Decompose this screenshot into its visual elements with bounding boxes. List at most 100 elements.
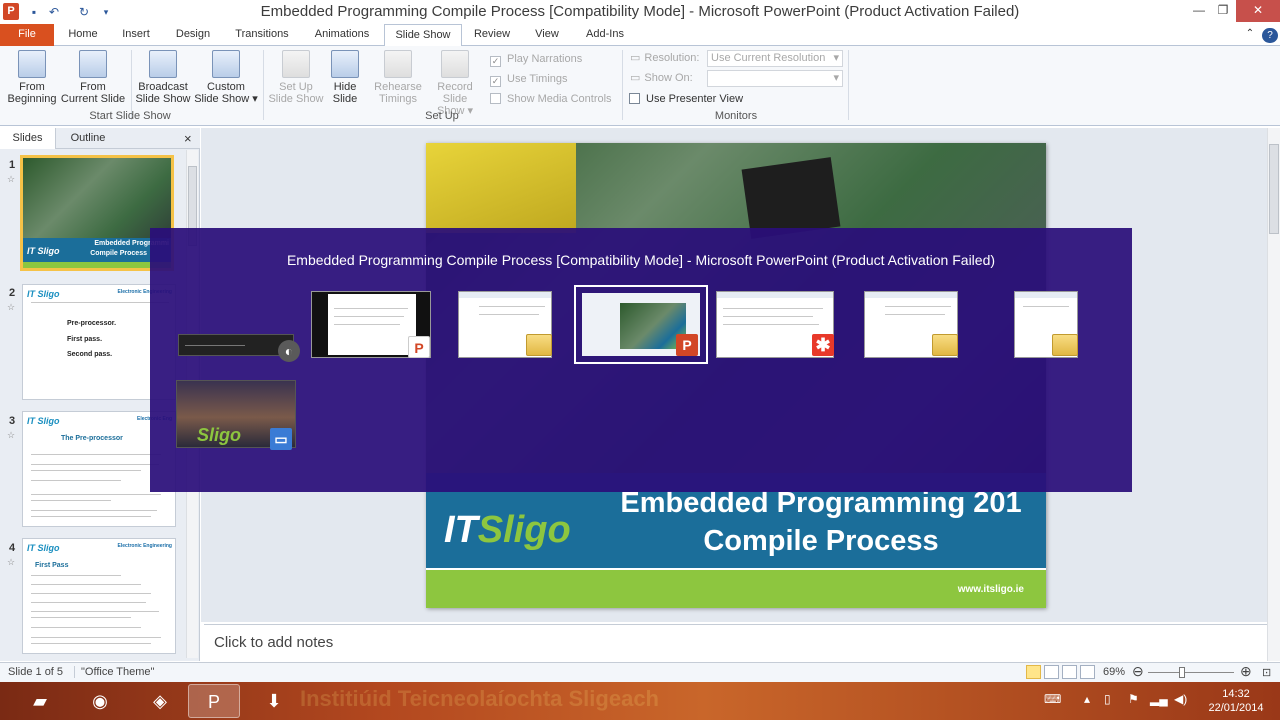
chrome-taskbar-icon[interactable]: ◉ (74, 684, 126, 718)
use-presenter-view-checkbox[interactable]: Use Presenter View (629, 91, 743, 107)
thumb-text-line (31, 500, 111, 501)
tab-add-ins[interactable]: Add-Ins (578, 24, 632, 46)
thumb-title-b: Compile Process (90, 250, 147, 257)
thumb-line: Second pass. (67, 351, 113, 358)
close-window-button[interactable]: ✕ (1236, 0, 1280, 22)
powerpoint-app-icon[interactable]: P (3, 3, 19, 20)
hide-slide-icon (331, 50, 359, 78)
thumb-text-line (31, 627, 141, 628)
explorer-taskbar-icon[interactable]: ▰ (14, 684, 66, 718)
tab-design[interactable]: Design (168, 24, 218, 46)
media-app-icon: ◐ (278, 340, 300, 362)
slide-thumbnail-4[interactable]: IT Sligo Electronic Engineering First Pa… (22, 538, 176, 654)
thumb-detail (334, 316, 404, 317)
normal-view-icon[interactable] (1026, 665, 1041, 679)
slide-show-icon[interactable] (1080, 665, 1095, 679)
tab-slides[interactable]: Slides (0, 128, 56, 149)
thumb-text-line (31, 637, 161, 638)
qat-customize-icon[interactable]: ▾ (98, 4, 114, 20)
zoom-level[interactable]: 69% (1103, 666, 1125, 678)
document-icon: P (408, 336, 430, 358)
tab-outline[interactable]: Outline (57, 128, 119, 149)
tab-view[interactable]: View (526, 24, 568, 46)
thumb-logo: IT Sligo (27, 289, 60, 299)
thumb-logo: IT Sligo (27, 543, 60, 553)
zoom-slider[interactable] (1148, 672, 1234, 673)
window-thumb-media[interactable] (178, 334, 294, 356)
thumb-text-line (31, 516, 151, 517)
reading-view-icon[interactable] (1062, 665, 1077, 679)
thumb-toolbar (717, 292, 833, 298)
zoom-slider-thumb[interactable] (1179, 667, 1185, 678)
thumb-text-line (31, 454, 161, 455)
slide-number: 4 (9, 542, 16, 554)
clock-time: 14:32 (1222, 688, 1250, 700)
show-on-label: ▭ Show On: (630, 72, 693, 84)
folder-icon (1052, 334, 1078, 356)
chevron-down-icon: ▾ (833, 52, 839, 64)
monitor-icon: ▭ (630, 72, 641, 84)
powerpoint-taskbar-icon[interactable]: P (188, 684, 240, 718)
tab-file[interactable]: File (0, 24, 54, 46)
resolution-dropdown[interactable]: Use Current Resolution ▾ (707, 50, 843, 67)
notes-pane[interactable]: Click to add notes (204, 624, 1267, 660)
show-media-controls-checkbox[interactable]: Show Media Controls (490, 91, 612, 107)
tab-transitions[interactable]: Transitions (228, 24, 296, 46)
tab-review[interactable]: Review (468, 24, 516, 46)
thumb-line: Pre-processor. (67, 320, 117, 327)
save-icon[interactable]: ▪ (26, 4, 42, 20)
set-up-slide-show-button[interactable]: Set Up Slide Show (266, 50, 326, 105)
volume-icon[interactable]: ◀) (1174, 692, 1187, 706)
resolution-icon: ▭ (630, 52, 641, 64)
undo-icon[interactable]: ↶ (46, 4, 62, 20)
show-on-dropdown[interactable]: ▾ (707, 70, 843, 87)
footer-bar: www.itsligo.ie (426, 568, 1046, 608)
use-timings-checkbox[interactable]: ✓ Use Timings (490, 71, 568, 87)
slide-scrollbar[interactable] (1267, 128, 1280, 661)
tab-slide-show[interactable]: Slide Show (384, 24, 462, 47)
ribbon-collapse-icon[interactable]: ⌃ (1242, 24, 1258, 46)
tool-taskbar-icon[interactable]: ◈ (134, 684, 186, 718)
rehearse-timings-button[interactable]: Rehearse Timings (370, 50, 426, 105)
thumb-logo: IT Sligo (27, 416, 60, 426)
app-taskbar-icon[interactable]: ⬇ (248, 684, 300, 718)
setup-icon (282, 50, 310, 78)
tab-animations[interactable]: Animations (306, 24, 378, 46)
from-beginning-button[interactable]: From Beginning (4, 50, 60, 105)
ribbon-divider (263, 50, 264, 120)
slide-number: 1 (9, 159, 16, 171)
thumb-detail (334, 324, 400, 325)
custom-slide-show-button[interactable]: Custom Slide Show ▾ (194, 50, 258, 105)
restore-icon[interactable]: ❐ (1209, 0, 1237, 22)
tab-insert[interactable]: Insert (114, 24, 158, 46)
thumb-text-line (31, 617, 131, 618)
redo-icon[interactable]: ↻ (76, 4, 92, 20)
ribbon-slide-show: From Beginning From Current Slide Broadc… (0, 46, 1280, 126)
clock[interactable]: 14:32 22/01/2014 (1196, 687, 1276, 715)
scrollbar-thumb[interactable] (1269, 144, 1279, 234)
tray-chevron-icon[interactable]: ▴ (1084, 692, 1090, 706)
record-slide-show-button[interactable]: Record Slide Show ▾ (424, 50, 486, 117)
keyboard-icon[interactable]: ⌨ (1044, 692, 1061, 706)
zoom-in-icon[interactable]: ⊕ (1240, 663, 1252, 680)
help-icon[interactable]: ? (1262, 28, 1278, 43)
play-narrations-checkbox[interactable]: ✓ Play Narrations (490, 51, 582, 67)
fit-slide-icon[interactable]: ⊡ (1262, 666, 1271, 679)
slide-sorter-icon[interactable] (1044, 665, 1059, 679)
zoom-out-icon[interactable]: ⊖ (1132, 663, 1144, 680)
switcher-title: Embedded Programming Compile Process [Co… (286, 252, 996, 268)
hide-slide-button[interactable]: Hide Slide (326, 50, 364, 105)
device-icon[interactable]: ▯ (1104, 692, 1111, 706)
slide-number: 3 (9, 415, 16, 427)
thumb-detail (723, 308, 823, 309)
flag-icon[interactable]: ⚑ (1128, 692, 1139, 706)
group-label-monitors: Monitors (714, 110, 758, 122)
network-icon[interactable]: ▂▄ (1150, 692, 1168, 706)
thumb-title: The Pre-processor (61, 435, 123, 442)
from-current-slide-button[interactable]: From Current Slide (60, 50, 126, 105)
broadcast-slide-show-button[interactable]: Broadcast Slide Show (134, 50, 192, 105)
animation-star-icon: ☆ (7, 302, 16, 312)
thumb-toolbar (865, 292, 957, 298)
close-pane-icon[interactable]: × (184, 131, 192, 146)
tab-home[interactable]: Home (60, 24, 106, 46)
